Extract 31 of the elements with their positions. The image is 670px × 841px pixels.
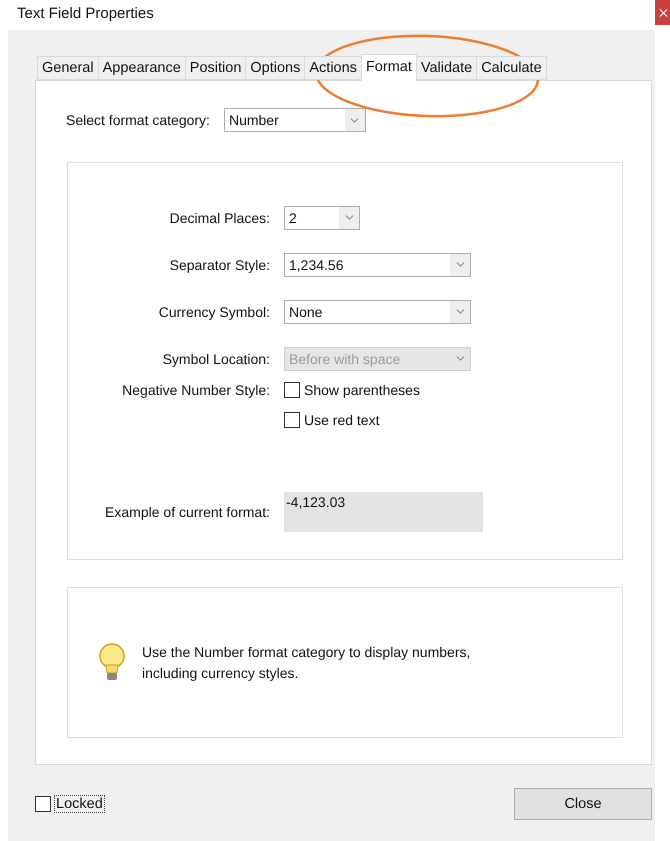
tab[interactable]: Calculate <box>476 56 547 80</box>
example-field: -4,123.03 <box>284 492 483 532</box>
close-icon[interactable] <box>655 0 670 25</box>
lightbulb-icon <box>98 642 126 682</box>
field-label: Select format category: <box>66 112 210 128</box>
field-label: Decimal Places: <box>170 210 270 226</box>
tab[interactable]: Actions <box>304 56 362 80</box>
checkbox[interactable] <box>284 382 300 398</box>
checkbox[interactable] <box>35 796 51 812</box>
dropdown[interactable]: None <box>284 300 471 324</box>
dropdown[interactable]: 2 <box>284 206 360 230</box>
checkbox-label: Locked <box>54 795 105 813</box>
checkbox[interactable] <box>284 412 300 428</box>
field-label: Separator Style: <box>170 256 270 272</box>
format-category-dropdown[interactable]: Number <box>224 108 366 132</box>
hint-text: Use the Number format category to display numbers, including currency styles. <box>142 642 472 683</box>
field-label: Symbol Location: <box>162 350 270 366</box>
dropdown[interactable]: 1,234.56 <box>284 252 471 276</box>
tab[interactable]: General <box>37 56 99 80</box>
checkbox-label: Show parentheses <box>304 382 420 398</box>
tab[interactable]: Format <box>360 54 417 81</box>
tab[interactable]: Position <box>184 56 246 80</box>
field-label: Negative Number Style: <box>122 382 270 398</box>
tab[interactable]: Validate <box>416 56 478 80</box>
window-title: Text Field Properties <box>17 5 154 22</box>
field-label: Currency Symbol: <box>158 304 270 320</box>
close-button[interactable]: Close <box>514 788 652 820</box>
checkbox-label: Use red text <box>304 412 380 428</box>
tab[interactable]: Options <box>245 56 306 80</box>
field-label: Example of current format: <box>105 504 270 520</box>
tab[interactable]: Appearance <box>98 56 186 80</box>
